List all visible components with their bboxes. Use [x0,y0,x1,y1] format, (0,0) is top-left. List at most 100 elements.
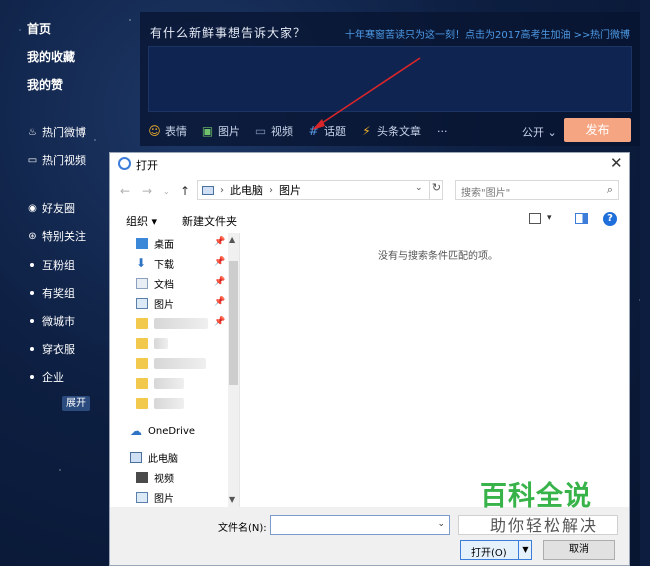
nav-scrollbar[interactable]: ▲ ▼ [228,233,239,507]
back-arrow-icon[interactable]: ← [120,184,130,198]
pin-icon[interactable]: 📌 [214,277,225,287]
new-folder-button[interactable]: 新建文件夹 [182,213,237,229]
chevron-down-icon: ⌄ [547,126,557,139]
scroll-up-icon[interactable]: ▲ [229,235,235,244]
publish-button[interactable]: 发布 [564,118,631,142]
topic-button[interactable]: # 话题 [307,123,346,139]
blurred-label [154,377,184,389]
group-item[interactable]: 穿衣服 [30,341,75,357]
nav-hot-video[interactable]: ▭ 热门视频 [27,152,86,168]
nav-folder-blurred[interactable] [136,355,206,371]
composer-textarea[interactable] [148,46,632,112]
chevron-down-icon[interactable]: ⌄ [437,519,445,529]
more-button[interactable]: ··· [437,125,448,138]
folder-icon [136,397,148,409]
hot-weibo-link[interactable]: 热门微博 [590,26,630,41]
visibility-select[interactable]: 公开 ⌄ [522,124,557,140]
nav-this-pc[interactable]: 此电脑 [130,449,178,465]
empty-message: 没有与搜索条件匹配的项。 [378,251,498,262]
preview-pane-icon[interactable] [575,213,588,224]
nav-pictures[interactable]: 图片 [136,295,174,311]
computer-icon [202,185,214,195]
bullet-icon [30,347,34,351]
file-type-select[interactable] [458,515,618,535]
browser-logo-icon [118,157,131,170]
open-button[interactable]: 打开(O) ▼ [460,540,532,560]
nav-home[interactable]: 首页 [27,20,51,37]
nav-pc-pictures[interactable]: 图片 [136,489,174,505]
search-icon: ⌕ [606,183,613,196]
image-button[interactable]: ▣ 图片 [201,123,240,139]
file-open-dialog: 打开 ✕ ← → ⌄ ↑ › 此电脑 › 图片 ⌄ ↻ 搜索"图片" ⌕ 组织 … [109,152,630,566]
dialog-footer: 文件名(N): ⌄ 打开(O) ▼ 取消 [110,507,629,565]
image-icon: ▣ [201,124,214,138]
emoji-button[interactable]: ☺ 表情 [148,123,187,139]
video-icon: ▭ [27,154,38,166]
search-input[interactable]: 搜索"图片" ⌕ [455,180,619,200]
close-icon[interactable]: ✕ [610,154,623,172]
view-grid-icon[interactable] [529,213,541,224]
nav-desktop[interactable]: 桌面 [136,235,174,251]
fire-icon: ♨ [28,126,37,138]
cloud-icon: ☁ [130,423,142,438]
nav-folder-blurred[interactable] [136,375,184,391]
emoji-icon: ☺ [148,124,161,138]
file-list-pane[interactable]: 没有与搜索条件匹配的项。 [241,233,629,507]
group-item[interactable]: 互粉组 [30,257,75,273]
nav-onedrive[interactable]: ☁ OneDrive [130,423,195,439]
chevron-down-icon[interactable]: ▾ [547,213,552,223]
organize-menu[interactable]: 组织 ▾ [126,213,157,229]
composer-title: 有什么新鲜事想告诉大家？ [150,26,307,40]
chevron-down-icon[interactable]: ⌄ [415,183,423,193]
nav-videos[interactable]: 视频 [136,469,174,485]
blurred-label [154,397,184,409]
pin-icon[interactable]: 📌 [214,237,225,247]
post-composer: 有什么新鲜事想告诉大家？ 十年寒窗苦读只为这一刻！点击为2017高考生加油 >>… [140,12,640,146]
breadcrumb-current[interactable]: 图片 [279,182,301,198]
refresh-icon[interactable]: ↻ [429,181,443,199]
recent-chevron-icon[interactable]: ⌄ [163,187,170,196]
expand-button[interactable]: 展开 [62,396,90,411]
nav-favorites[interactable]: 我的收藏 [27,48,75,65]
bullet-icon [30,319,34,323]
forward-arrow-icon[interactable]: → [142,184,152,198]
star-circle-icon: ⊛ [28,230,37,242]
group-item[interactable]: 企业 [30,369,64,385]
bullet-icon [30,375,34,379]
pin-icon[interactable]: 📌 [214,257,225,267]
nav-folder-blurred[interactable] [136,335,168,351]
composer-tools: ☺ 表情 ▣ 图片 ▭ 视频 # 话题 ⚡ 头条文章 ··· [148,122,448,140]
video-button[interactable]: ▭ 视频 [254,123,293,139]
nav-folder-blurred[interactable] [136,315,208,331]
address-row: ← → ⌄ ↑ › 此电脑 › 图片 ⌄ ↻ 搜索"图片" ⌕ [110,180,629,202]
film-icon [136,471,148,483]
nav-friends-circle[interactable]: ◉ 好友圈 [27,200,75,216]
promo-link[interactable]: 十年寒窗苦读只为这一刻！点击为2017高考生加油 >> [345,26,590,41]
cancel-button[interactable]: 取消 [543,540,615,560]
breadcrumb-root[interactable]: 此电脑 [230,182,263,198]
chevron-down-icon[interactable]: ▼ [518,541,532,559]
picture-icon [136,297,148,309]
scroll-down-icon[interactable]: ▼ [229,495,235,504]
scroll-thumb[interactable] [229,261,238,385]
group-item[interactable]: 微城市 [30,313,75,329]
pin-icon[interactable]: 📌 [214,317,225,327]
filename-label: 文件名(N): [218,523,267,534]
desktop-icon [136,237,148,249]
address-bar[interactable]: › 此电脑 › 图片 [197,180,443,200]
group-item[interactable]: 有奖组 [30,285,75,301]
pin-icon[interactable]: 📌 [214,297,225,307]
filename-input[interactable]: ⌄ [270,515,450,535]
nav-documents[interactable]: 文档 [136,275,174,291]
nav-special-follow[interactable]: ⊛ 特别关注 [27,228,86,244]
nav-likes[interactable]: 我的赞 [27,76,63,93]
nav-downloads[interactable]: ⬇ 下载 [136,255,174,271]
separator-icon: › [220,184,224,196]
up-arrow-icon[interactable]: ↑ [180,184,190,198]
article-button[interactable]: ⚡ 头条文章 [360,123,421,139]
folder-icon [136,337,148,349]
nav-folder-blurred[interactable] [136,395,184,411]
help-icon[interactable]: ? [603,212,617,226]
nav-hot-weibo[interactable]: ♨ 热门微博 [27,124,86,140]
page-edge [640,0,650,566]
